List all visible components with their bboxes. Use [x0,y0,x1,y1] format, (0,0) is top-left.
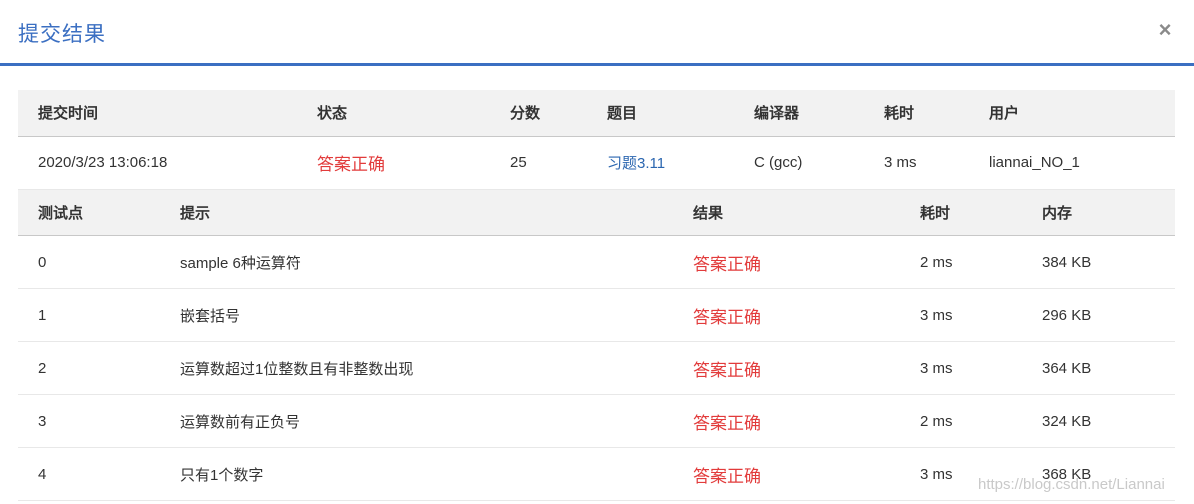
submission-row: 2020/3/23 13:06:18 答案正确 25 习题3.11 C (gcc… [18,136,1175,190]
case-memory: 324 KB [1022,394,1175,448]
submission-compiler: C (gcc) [734,136,864,190]
case-id: 3 [18,394,160,448]
col-header-user: 用户 [969,90,1175,137]
case-result: 答案正确 [673,394,900,448]
table-row: 0 sample 6种运算符 答案正确 2 ms 384 KB [18,235,1175,289]
case-memory: 296 KB [1022,288,1175,342]
col-header-problem: 题目 [587,90,734,137]
col-header-score: 分数 [490,90,587,137]
case-hint: 嵌套括号 [160,288,673,342]
col-header-hint: 提示 [160,189,673,236]
col-header-compiler: 编译器 [734,90,864,137]
case-hint: 运算数超过1位整数且有非整数出现 [160,341,673,395]
case-hint: sample 6种运算符 [160,235,673,289]
close-icon[interactable]: × [1155,18,1175,42]
case-time: 2 ms [900,394,1022,448]
dialog-title: 提交结果 [18,23,106,46]
col-header-runtime: 耗时 [864,90,969,137]
dialog-header: 提交结果 × [0,0,1194,66]
case-result: 答案正确 [673,235,900,289]
case-id: 1 [18,288,160,342]
case-time: 2 ms [900,235,1022,289]
testcase-header-row: 测试点 提示 结果 耗时 内存 [18,189,1175,236]
submission-status: 答案正确 [297,136,490,190]
watermark: https://blog.csdn.net/Liannai [978,476,1165,493]
col-header-status: 状态 [297,90,490,137]
case-id: 4 [18,447,160,501]
submission-time: 2020/3/23 13:06:18 [18,136,297,190]
dialog-body: 提交时间 状态 分数 题目 编译器 耗时 用户 2020/3/23 13:06:… [18,90,1175,501]
case-id: 0 [18,235,160,289]
case-result: 答案正确 [673,341,900,395]
submission-score: 25 [490,136,587,190]
testcase-table: 测试点 提示 结果 耗时 内存 0 sample 6种运算符 答案正确 2 ms… [18,189,1175,501]
case-time: 3 ms [900,288,1022,342]
table-row: 3 运算数前有正负号 答案正确 2 ms 324 KB [18,394,1175,448]
submission-header-row: 提交时间 状态 分数 题目 编译器 耗时 用户 [18,90,1175,137]
case-memory: 364 KB [1022,341,1175,395]
problem-link[interactable]: 习题3.11 [607,155,665,172]
col-header-time: 提交时间 [18,90,297,137]
case-time: 3 ms [900,341,1022,395]
case-result: 答案正确 [673,447,900,501]
case-hint: 运算数前有正负号 [160,394,673,448]
submission-user: liannai_NO_1 [969,136,1175,190]
table-row: 1 嵌套括号 答案正确 3 ms 296 KB [18,288,1175,342]
case-result: 答案正确 [673,288,900,342]
case-memory: 384 KB [1022,235,1175,289]
col-header-memory: 内存 [1022,189,1175,236]
case-id: 2 [18,341,160,395]
submission-table: 提交时间 状态 分数 题目 编译器 耗时 用户 2020/3/23 13:06:… [18,90,1175,190]
submission-runtime: 3 ms [864,136,969,190]
case-hint: 只有1个数字 [160,447,673,501]
col-header-case: 测试点 [18,189,160,236]
table-row: 2 运算数超过1位整数且有非整数出现 答案正确 3 ms 364 KB [18,341,1175,395]
col-header-result: 结果 [673,189,900,236]
col-header-time: 耗时 [900,189,1022,236]
